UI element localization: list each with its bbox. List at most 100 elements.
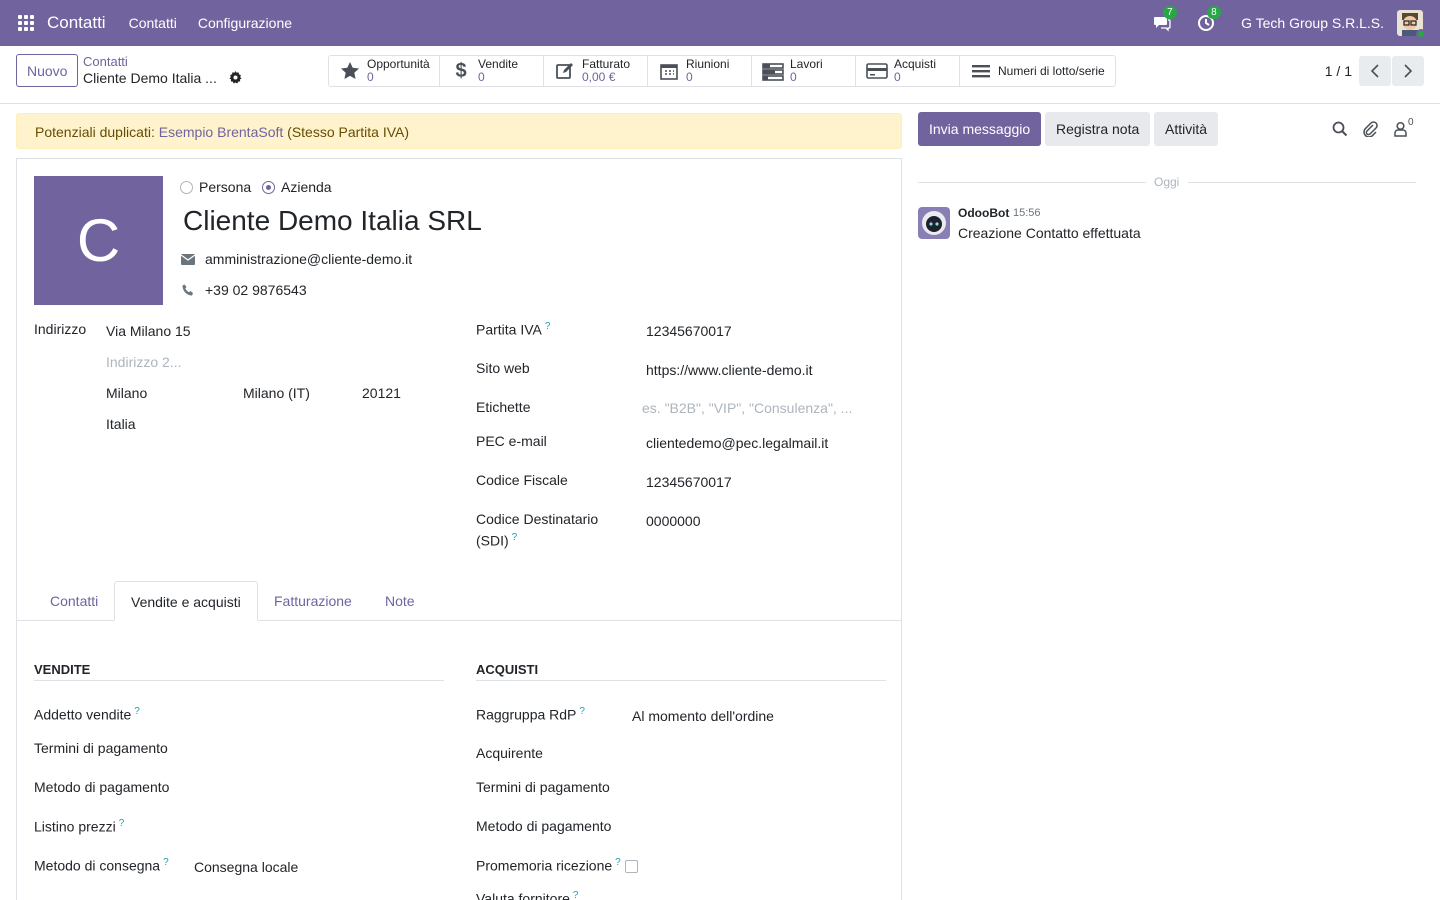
tags-field[interactable]: es. "B2B", "VIP", "Consulenza", ... (642, 400, 852, 416)
email-row: amministrazione@cliente-demo.it (181, 251, 412, 267)
fiscal-code-label: Codice Fiscale (476, 472, 568, 488)
smart-label: Numeri di lotto/serie (998, 63, 1105, 78)
bars-icon (970, 60, 992, 82)
search-icon[interactable] (1332, 121, 1348, 137)
company-switcher[interactable]: G Tech Group S.R.L.S. (1241, 15, 1384, 31)
messages-icon[interactable]: 7 (1153, 6, 1177, 32)
radio-persona[interactable]: Persona (180, 179, 251, 195)
radio-azienda[interactable]: Azienda (262, 179, 332, 195)
pager-previous-button[interactable] (1359, 56, 1391, 86)
phone-field[interactable]: +39 02 9876543 (205, 282, 307, 298)
buyer-label: Acquirente (476, 745, 543, 761)
smart-button-lotti[interactable]: Numeri di lotto/serie (960, 56, 1115, 86)
street2-field[interactable]: Indirizzo 2... (106, 354, 181, 370)
help-icon[interactable]: ? (134, 706, 140, 717)
user-avatar[interactable] (1397, 10, 1426, 39)
paperclip-icon[interactable] (1362, 121, 1378, 138)
alert-prefix: Potenziali duplicati: (35, 124, 155, 140)
help-icon[interactable]: ? (545, 321, 551, 332)
star-icon (339, 60, 361, 82)
credit-card-icon (866, 60, 888, 82)
partner-name-field[interactable]: Cliente Demo Italia SRL (183, 205, 482, 237)
calendar-icon (658, 60, 680, 82)
smart-value: 0 (790, 70, 797, 84)
sales-payment-terms-label: Termini di pagamento (34, 740, 168, 756)
help-icon[interactable]: ? (579, 706, 585, 717)
gear-icon[interactable] (229, 71, 242, 84)
activities-icon[interactable]: 8 (1197, 6, 1221, 32)
message-author[interactable]: OdooBot (958, 206, 1009, 220)
partner-avatar[interactable]: C (34, 176, 163, 305)
smart-button-riunioni[interactable]: Riunioni 0 (648, 56, 752, 86)
radio-circle-selected (262, 180, 275, 194)
website-label: Sito web (476, 360, 530, 376)
messages-badge: 7 (1163, 6, 1177, 19)
duplicate-link[interactable]: Esempio BrentaSoft (159, 124, 284, 140)
vat-field[interactable]: 12345670017 (646, 323, 732, 339)
smart-value: 0 (686, 70, 693, 84)
delivery-method-label: Metodo di consegna? (34, 857, 169, 874)
tab-contatti[interactable]: Contatti (34, 581, 114, 621)
pricelist-label: Listino prezzi? (34, 818, 125, 835)
delivery-method-field[interactable]: Consegna locale (194, 859, 298, 875)
zip-field[interactable]: 20121 (362, 385, 401, 401)
envelope-icon (181, 253, 195, 265)
send-message-button[interactable]: Invia messaggio (918, 112, 1042, 146)
vat-label: Partita IVA? (476, 321, 551, 338)
group-rdp-field[interactable]: Al momento dell'ordine (632, 708, 774, 724)
smart-button-vendite[interactable]: $ Vendite 0 (440, 56, 544, 86)
smart-label: Opportunità (367, 57, 430, 71)
salesperson-label: Addetto vendite? (34, 706, 140, 723)
log-note-button[interactable]: Registra nota (1045, 112, 1151, 146)
tab-fatturazione[interactable]: Fatturazione (258, 581, 368, 621)
help-icon[interactable]: ? (615, 857, 621, 868)
tab-vendite-acquisti[interactable]: Vendite e acquisti (114, 581, 258, 621)
pec-label: PEC e-mail (476, 433, 547, 449)
tab-note[interactable]: Note (369, 581, 431, 621)
street-field[interactable]: Via Milano 15 (106, 323, 191, 339)
activities-button[interactable]: Attività (1154, 112, 1219, 146)
country-field[interactable]: Italia (106, 416, 136, 432)
smart-buttons: Opportunità 0 $ Vendite 0 Fatturato 0,00 € … (328, 55, 1116, 87)
dollar-icon: $ (455, 59, 467, 82)
smart-button-opportunita[interactable]: Opportunità 0 (329, 56, 440, 86)
website-field[interactable]: https://www.cliente-demo.it (646, 362, 813, 378)
pec-field[interactable]: clientedemo@pec.legalmail.it (646, 435, 828, 451)
group-rdp-label: Raggruppa RdP? (476, 706, 585, 723)
sdi-label-line1: Codice Destinatario (476, 511, 599, 527)
odoobot-avatar[interactable] (918, 207, 950, 239)
city-field[interactable]: Milano (106, 385, 147, 401)
receipt-reminder-label: Promemoria ricezione? (476, 857, 638, 874)
apps-menu-icon[interactable] (18, 14, 36, 32)
menu-contatti[interactable]: Contatti (129, 15, 177, 31)
online-status-icon (1416, 29, 1426, 39)
smart-value: 0 (894, 70, 901, 84)
pencil-square-icon (554, 60, 576, 82)
tasks-icon (762, 60, 784, 82)
help-icon[interactable]: ? (119, 818, 125, 829)
breadcrumb-parent[interactable]: Contatti (83, 54, 128, 69)
help-icon[interactable]: ? (163, 857, 169, 868)
sales-section-title: VENDITE (34, 662, 444, 681)
phone-row: +39 02 9876543 (181, 282, 307, 298)
receipt-reminder-checkbox[interactable] (624, 860, 638, 874)
email-field[interactable]: amministrazione@cliente-demo.it (205, 251, 412, 267)
help-icon[interactable]: ? (573, 890, 579, 900)
state-field[interactable]: Milano (IT) (243, 385, 310, 401)
smart-button-lavori[interactable]: Lavori 0 (752, 56, 856, 86)
pager-value[interactable]: 1 / 1 (1325, 63, 1352, 79)
followers-button[interactable]: 0 (1394, 117, 1420, 137)
app-name[interactable]: Contatti (47, 13, 106, 33)
menu-configurazione[interactable]: Configurazione (198, 15, 292, 31)
new-button[interactable]: Nuovo (16, 54, 79, 87)
form-sheet: C Persona Azienda Cliente Demo Italia SR… (16, 158, 902, 900)
smart-value: 0 (367, 70, 374, 84)
purchase-payment-method-label: Metodo di pagamento (476, 818, 612, 834)
pager-next-button[interactable] (1392, 56, 1424, 86)
smart-button-fatturato[interactable]: Fatturato 0,00 € (544, 56, 648, 86)
sdi-field[interactable]: 0000000 (646, 513, 701, 529)
help-icon[interactable]: ? (512, 532, 518, 543)
fiscal-code-field[interactable]: 12345670017 (646, 474, 732, 490)
radio-label: Persona (199, 179, 252, 195)
smart-button-acquisti[interactable]: Acquisti 0 (856, 56, 960, 86)
